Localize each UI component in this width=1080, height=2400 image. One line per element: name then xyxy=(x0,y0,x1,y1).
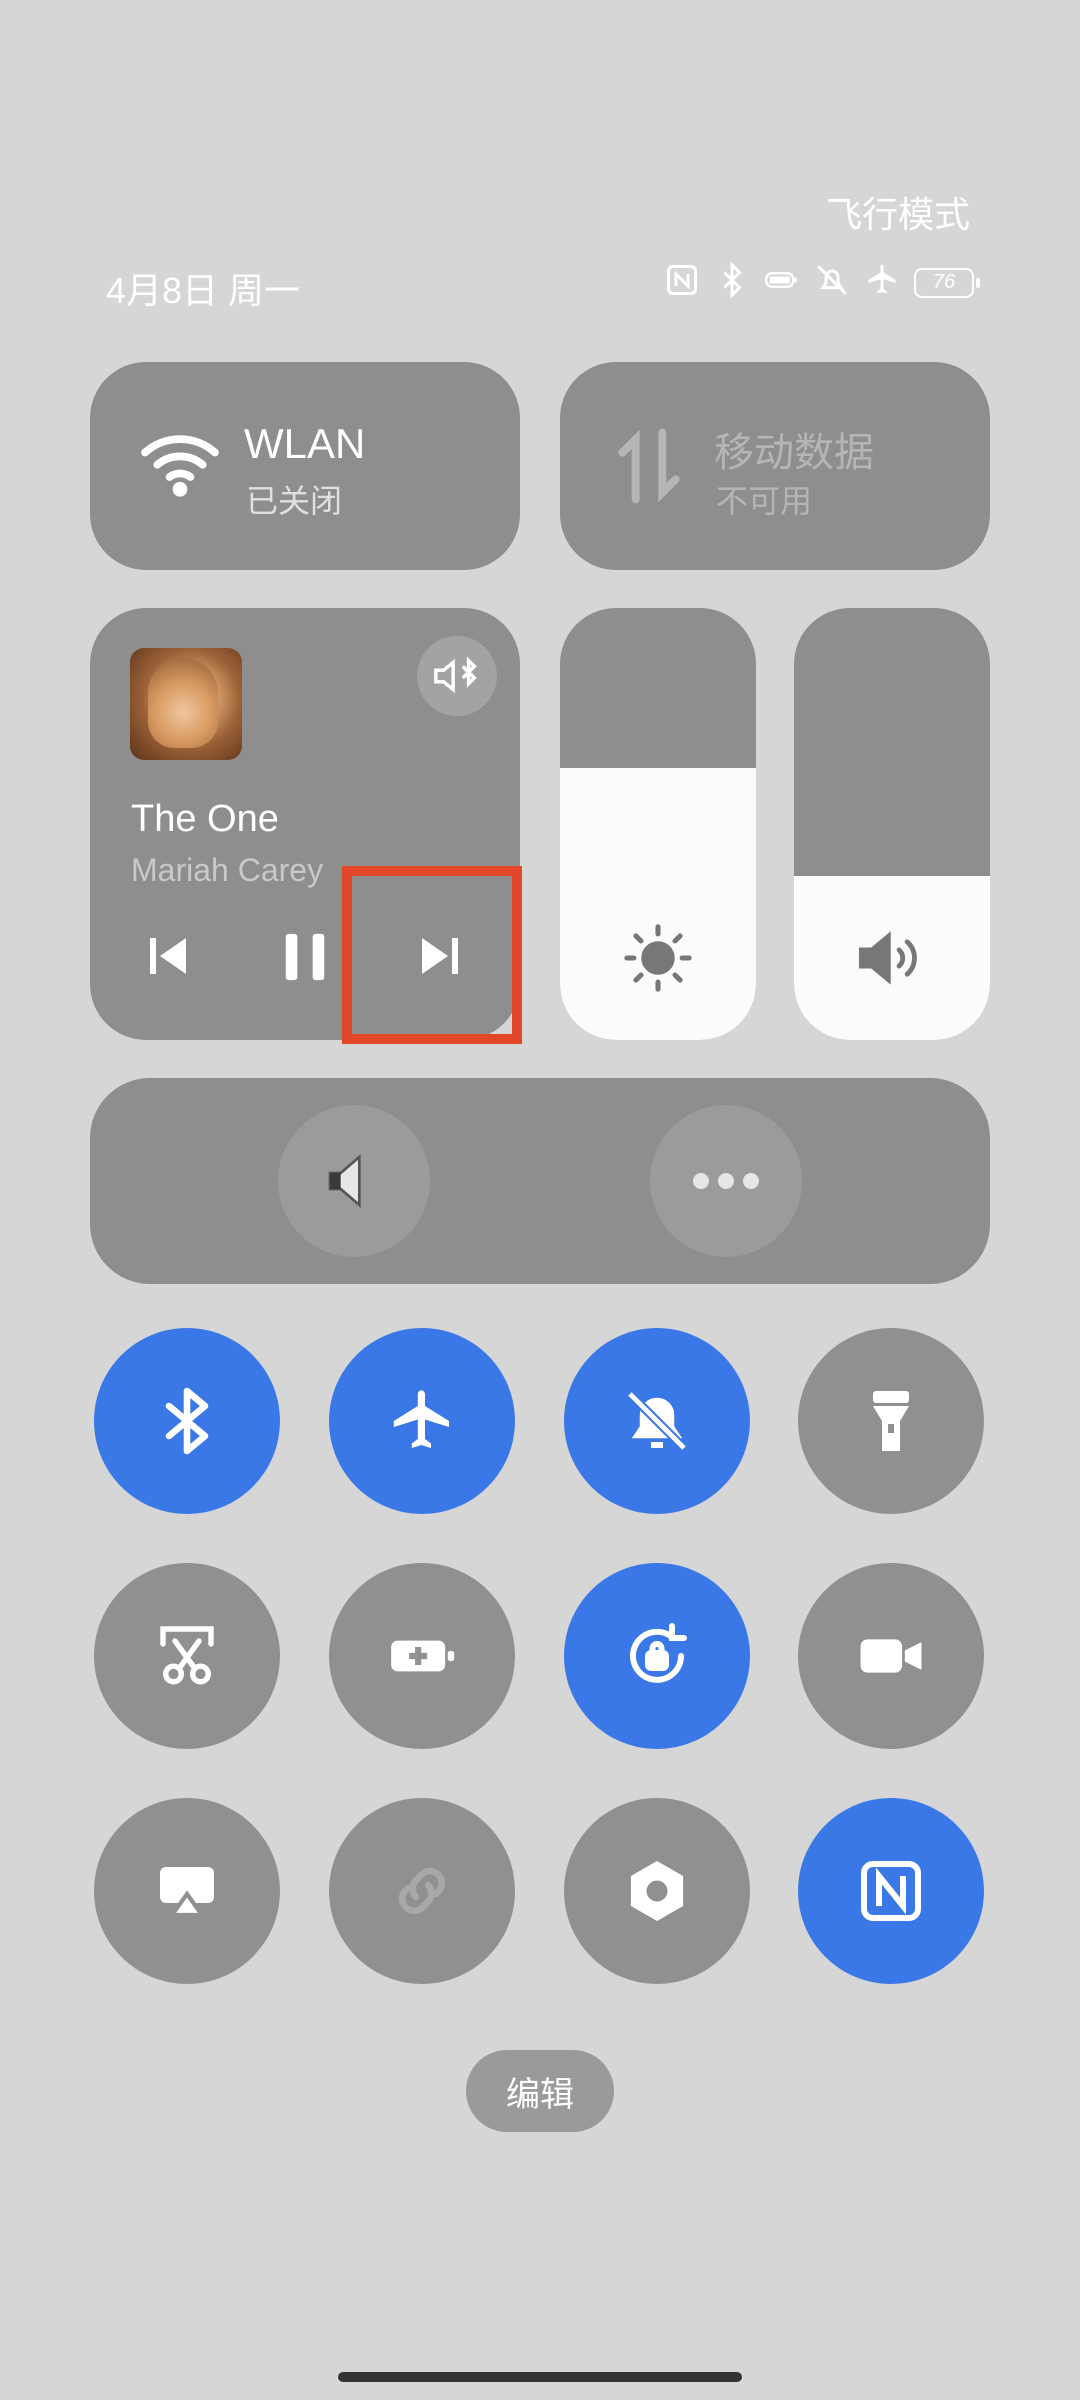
more-button[interactable] xyxy=(650,1105,802,1257)
bluetooth-toggle[interactable] xyxy=(94,1328,280,1514)
screen-cast-toggle[interactable] xyxy=(94,1798,280,1984)
speaker-button[interactable] xyxy=(278,1105,430,1257)
mute-icon xyxy=(814,262,850,303)
hexagon-icon xyxy=(630,1861,684,1921)
silent-mode-toggle[interactable] xyxy=(564,1328,750,1514)
mobile-data-tile[interactable]: 移动数据 不可用 xyxy=(560,362,990,570)
bluetooth-audio-icon xyxy=(434,656,477,694)
screen-record-toggle[interactable] xyxy=(798,1563,984,1749)
data-arrows-icon xyxy=(614,426,684,511)
nfc-icon xyxy=(664,262,700,303)
bluetooth-icon xyxy=(714,261,750,303)
settings-toggle[interactable] xyxy=(564,1798,750,1984)
brightness-fill xyxy=(560,767,756,1040)
status-icons: 76 xyxy=(664,261,980,303)
date-label: 4月8日 周一 xyxy=(106,270,301,311)
nfc-icon xyxy=(861,1861,921,1921)
wlan-title: WLAN xyxy=(244,420,366,467)
flashlight-icon xyxy=(873,1391,909,1451)
rotation-lock-toggle[interactable] xyxy=(564,1563,750,1749)
battery-saver-toggle[interactable] xyxy=(329,1563,515,1749)
wifi-icon xyxy=(138,428,222,503)
pause-icon xyxy=(285,933,325,981)
mobile-data-title: 移动数据 xyxy=(714,431,874,475)
nfc-toggle[interactable] xyxy=(798,1798,984,1984)
previous-button[interactable] xyxy=(148,934,188,983)
cast-icon xyxy=(160,1867,214,1918)
home-indicator[interactable] xyxy=(338,2372,742,2382)
link-toggle[interactable] xyxy=(329,1798,515,1984)
more-icon xyxy=(693,1173,759,1189)
sun-icon xyxy=(624,924,692,997)
track-artist: Mariah Carey xyxy=(131,852,324,888)
battery-level: 76 xyxy=(914,267,974,298)
brightness-slider[interactable] xyxy=(560,608,756,1040)
battery-plus-icon xyxy=(391,1640,455,1672)
video-camera-icon xyxy=(860,1639,922,1673)
airplane-icon xyxy=(393,1390,449,1448)
track-title: The One xyxy=(131,798,279,840)
airplane-mode-label: 飞行模式 xyxy=(825,194,970,235)
edit-button[interactable]: 编辑 xyxy=(466,2050,614,2132)
audio-output-button[interactable] xyxy=(417,636,497,716)
wlan-subtitle: 已关闭 xyxy=(246,483,343,519)
album-art xyxy=(130,648,242,760)
bluetooth-icon xyxy=(165,1387,209,1455)
previous-icon xyxy=(150,938,186,974)
airplane-mode-toggle[interactable] xyxy=(329,1328,515,1514)
wlan-tile[interactable]: WLAN 已关闭 xyxy=(90,362,520,570)
pause-button[interactable] xyxy=(281,932,329,987)
scissors-icon xyxy=(160,1626,214,1685)
battery-saver-icon xyxy=(764,262,800,303)
next-button-highlight xyxy=(342,866,522,1044)
screenshot-toggle[interactable] xyxy=(94,1563,280,1749)
bell-off-icon xyxy=(626,1390,688,1452)
link-icon xyxy=(398,1867,446,1915)
volume-icon xyxy=(856,926,926,995)
airplane-icon xyxy=(864,262,900,303)
speaker-icon xyxy=(328,1154,361,1208)
rotation-lock-icon xyxy=(630,1623,687,1683)
volume-slider[interactable] xyxy=(794,608,990,1040)
mobile-data-subtitle: 不可用 xyxy=(716,483,813,519)
battery-icon: 76 xyxy=(914,267,980,298)
flashlight-toggle[interactable] xyxy=(798,1328,984,1514)
sound-row xyxy=(90,1078,990,1284)
